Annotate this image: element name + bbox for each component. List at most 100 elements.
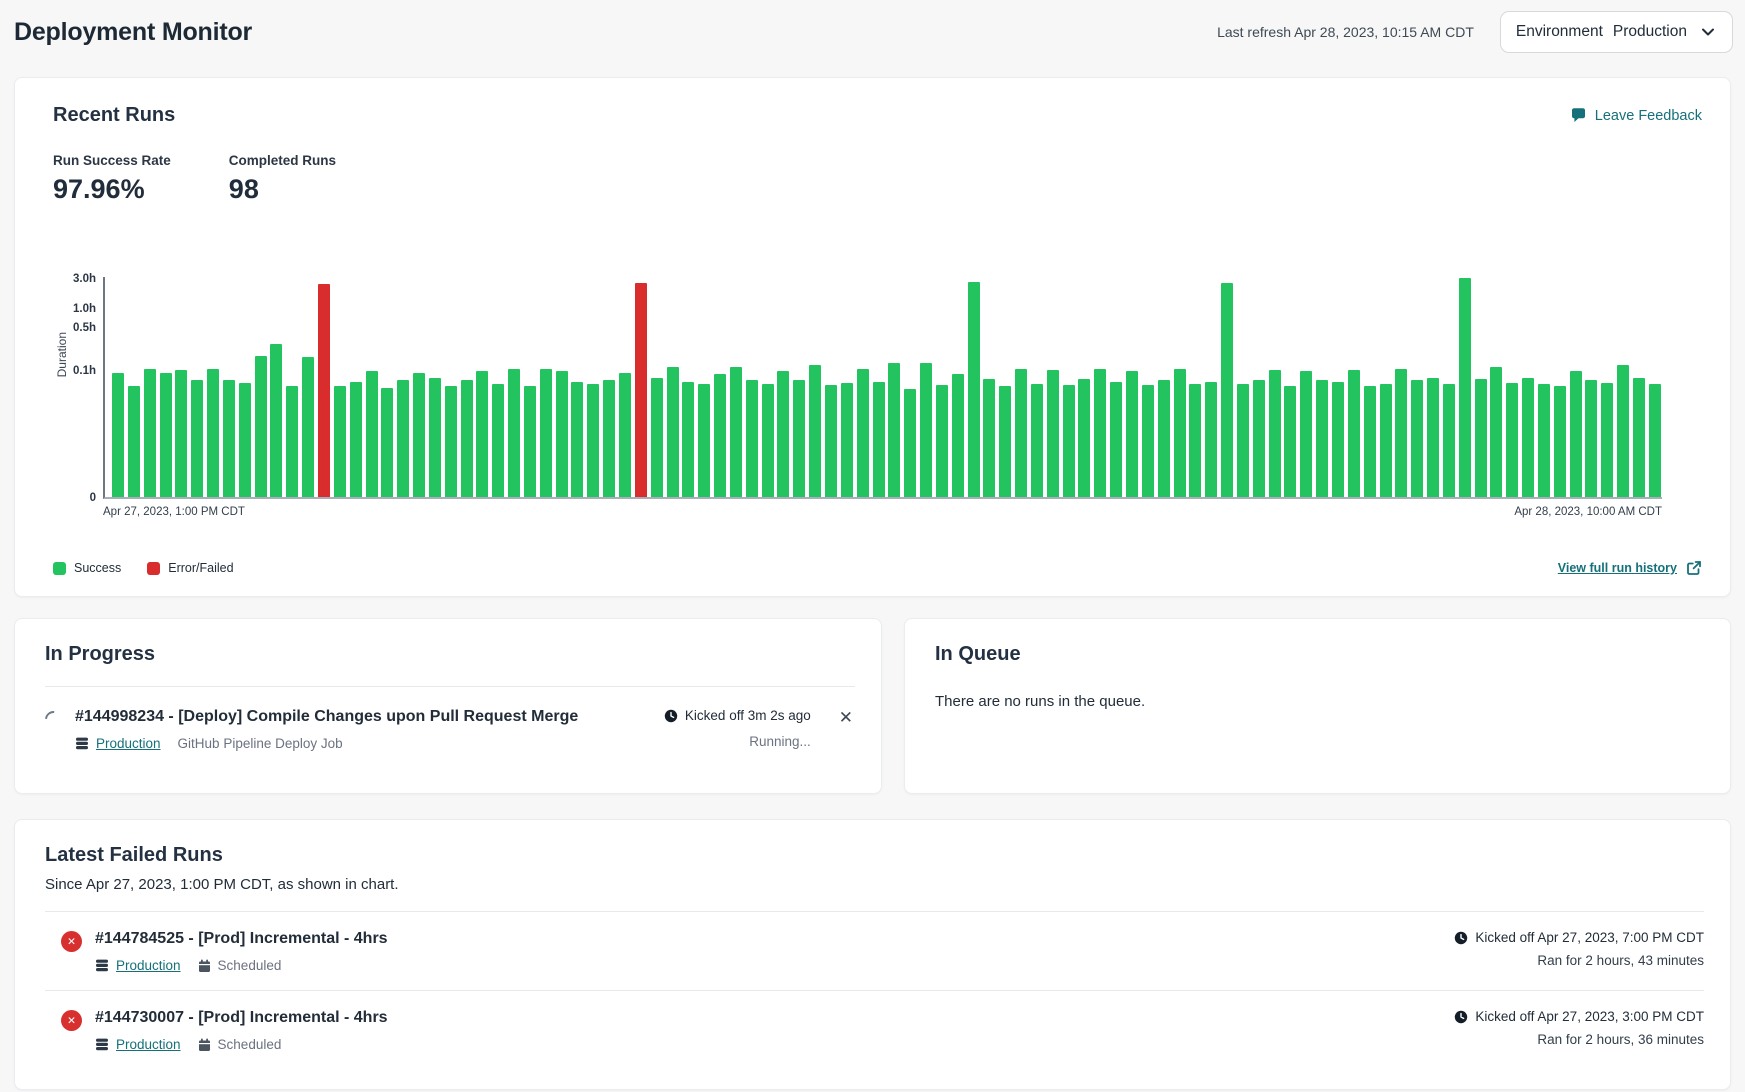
chart-bar-success[interactable]: [492, 384, 504, 497]
chart-bar-success[interactable]: [873, 382, 885, 497]
chart-bar-success[interactable]: [603, 380, 615, 497]
chart-bar-success[interactable]: [381, 388, 393, 497]
chart-bar-success[interactable]: [1459, 278, 1471, 497]
chart-bar-success[interactable]: [286, 386, 298, 497]
chart-bar-success[interactable]: [1316, 380, 1328, 497]
failed-run-environment-link[interactable]: Production: [116, 958, 181, 973]
chart-bar-success[interactable]: [175, 370, 187, 497]
chart-bar-success[interactable]: [476, 371, 488, 497]
chart-bar-success[interactable]: [239, 383, 251, 497]
chart-bar-success[interactable]: [112, 373, 124, 497]
chart-bar-success[interactable]: [350, 382, 362, 497]
chart-bar-success[interactable]: [841, 383, 853, 497]
chart-bar-success[interactable]: [540, 369, 552, 497]
chart-bar-failed[interactable]: [318, 284, 330, 497]
chart-bar-success[interactable]: [952, 374, 964, 497]
chart-bar-success[interactable]: [1221, 283, 1233, 497]
view-full-run-history-link[interactable]: View full run history: [1558, 560, 1702, 576]
chart-bar-success[interactable]: [1063, 385, 1075, 497]
chart-bar-success[interactable]: [270, 344, 282, 497]
chart-bar-success[interactable]: [1332, 382, 1344, 497]
chart-bar-success[interactable]: [587, 384, 599, 497]
chart-bar-success[interactable]: [809, 365, 821, 497]
chart-bar-success[interactable]: [255, 356, 267, 497]
chart-bar-success[interactable]: [144, 369, 156, 497]
chart-bar-success[interactable]: [1284, 386, 1296, 497]
chart-bar-success[interactable]: [1380, 384, 1392, 497]
chart-bar-success[interactable]: [461, 380, 473, 497]
chart-bar-success[interactable]: [1126, 371, 1138, 497]
environment-select[interactable]: Environment Production: [1500, 11, 1733, 53]
chart-bar-success[interactable]: [651, 378, 663, 497]
chart-bar-success[interactable]: [1094, 369, 1106, 497]
chart-bar-success[interactable]: [556, 371, 568, 497]
chart-bar-success[interactable]: [1649, 384, 1661, 497]
chart-bar-success[interactable]: [1189, 384, 1201, 497]
chart-bar-success[interactable]: [128, 386, 140, 497]
chart-bar-success[interactable]: [682, 382, 694, 497]
chart-bar-success[interactable]: [191, 380, 203, 497]
chart-bar-success[interactable]: [1522, 378, 1534, 497]
chart-bar-success[interactable]: [1443, 384, 1455, 497]
chart-bar-success[interactable]: [983, 379, 995, 497]
leave-feedback-link[interactable]: Leave Feedback: [1570, 107, 1702, 124]
chart-bar-success[interactable]: [746, 380, 758, 497]
chart-bar-success[interactable]: [1237, 384, 1249, 497]
chart-bar-success[interactable]: [1554, 386, 1566, 497]
chart-bar-success[interactable]: [1174, 369, 1186, 497]
in-progress-environment-link[interactable]: Production: [96, 736, 161, 751]
close-icon[interactable]: ✕: [837, 708, 855, 727]
chart-bar-success[interactable]: [1205, 382, 1217, 497]
chart-bar-success[interactable]: [1364, 386, 1376, 497]
chart-bar-success[interactable]: [762, 384, 774, 497]
chart-bar-success[interactable]: [1538, 384, 1550, 497]
chart-bar-success[interactable]: [1047, 370, 1059, 497]
chart-bar-success[interactable]: [777, 371, 789, 497]
chart-bar-success[interactable]: [397, 380, 409, 497]
chart-bar-success[interactable]: [920, 363, 932, 497]
chart-bar-success[interactable]: [667, 367, 679, 497]
chart-bar-success[interactable]: [160, 373, 172, 497]
chart-bar-success[interactable]: [1617, 365, 1629, 497]
chart-bar-success[interactable]: [1078, 379, 1090, 497]
chart-bar-success[interactable]: [334, 386, 346, 497]
chart-bar-success[interactable]: [1506, 383, 1518, 497]
chart-bar-success[interactable]: [223, 380, 235, 497]
chart-bar-success[interactable]: [524, 386, 536, 497]
chart-bar-success[interactable]: [445, 386, 457, 497]
chart-bar-success[interactable]: [999, 386, 1011, 497]
chart-bar-success[interactable]: [1427, 378, 1439, 497]
chart-bar-success[interactable]: [1395, 369, 1407, 497]
chart-bar-success[interactable]: [1158, 380, 1170, 497]
chart-bar-success[interactable]: [857, 369, 869, 497]
chart-bar-success[interactable]: [571, 382, 583, 497]
chart-bar-success[interactable]: [1601, 383, 1613, 497]
chart-bar-success[interactable]: [429, 378, 441, 497]
chart-bar-success[interactable]: [302, 357, 314, 497]
chart-bar-success[interactable]: [1633, 378, 1645, 497]
chart-bar-success[interactable]: [904, 389, 916, 497]
chart-bar-success[interactable]: [825, 385, 837, 497]
chart-bar-success[interactable]: [1300, 371, 1312, 497]
chart-bar-success[interactable]: [968, 282, 980, 497]
chart-bar-success[interactable]: [936, 385, 948, 497]
chart-bar-failed[interactable]: [635, 283, 647, 497]
chart-bar-success[interactable]: [1411, 380, 1423, 497]
chart-bar-success[interactable]: [207, 369, 219, 497]
chart-bar-success[interactable]: [1015, 369, 1027, 497]
chart-bar-success[interactable]: [714, 374, 726, 497]
chart-bar-success[interactable]: [1031, 384, 1043, 497]
chart-bar-success[interactable]: [730, 367, 742, 497]
chart-bar-success[interactable]: [508, 369, 520, 497]
chart-bar-success[interactable]: [1585, 380, 1597, 497]
chart-bar-success[interactable]: [1570, 371, 1582, 497]
chart-bar-success[interactable]: [1490, 367, 1502, 497]
chart-bar-success[interactable]: [698, 384, 710, 497]
chart-bar-success[interactable]: [888, 363, 900, 497]
chart-bar-success[interactable]: [1253, 380, 1265, 497]
chart-bar-success[interactable]: [413, 373, 425, 497]
chart-bar-success[interactable]: [1348, 370, 1360, 497]
chart-bar-success[interactable]: [1475, 379, 1487, 497]
chart-bar-success[interactable]: [619, 373, 631, 497]
chart-bar-success[interactable]: [1142, 385, 1154, 497]
